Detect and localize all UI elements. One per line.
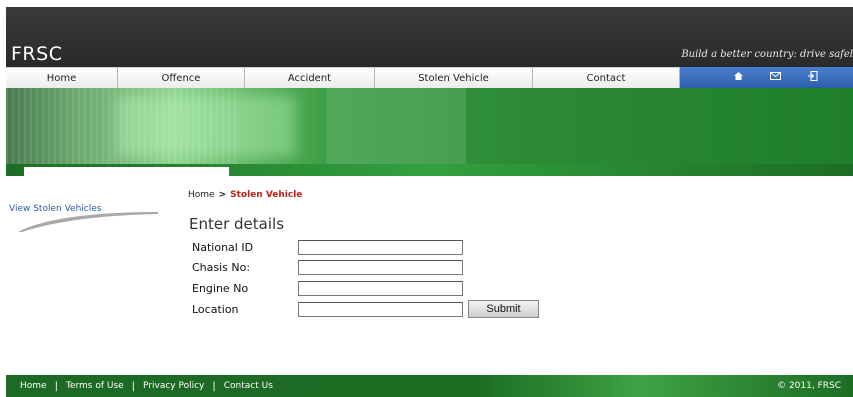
site-header: FRSC Build a better country: drive safel bbox=[6, 7, 853, 67]
national-id-field[interactable] bbox=[298, 240, 463, 255]
header-banner-image bbox=[6, 88, 853, 176]
nav-stolen-vehicle[interactable]: Stolen Vehicle bbox=[375, 67, 533, 88]
mail-icon[interactable] bbox=[770, 72, 781, 83]
home-icon[interactable] bbox=[733, 71, 744, 84]
logout-icon[interactable] bbox=[807, 71, 818, 84]
top-margin bbox=[0, 0, 853, 7]
breadcrumb-separator: > bbox=[218, 190, 227, 200]
chasis-no-label: Chasis No: bbox=[192, 261, 251, 274]
footer-separator: | bbox=[131, 380, 136, 392]
form-row-national-id: National ID bbox=[192, 240, 463, 255]
breadcrumb-current: Stolen Vehicle bbox=[230, 190, 303, 200]
engine-no-label: Engine No bbox=[192, 282, 249, 295]
national-id-label: National ID bbox=[192, 241, 254, 254]
chasis-no-field[interactable] bbox=[298, 260, 463, 275]
form-title: Enter details bbox=[189, 215, 285, 233]
nav-accident[interactable]: Accident bbox=[245, 67, 375, 88]
footer-link-privacy-policy[interactable]: Privacy Policy bbox=[143, 381, 204, 391]
nav-offence[interactable]: Offence bbox=[118, 67, 245, 88]
footer-separator: | bbox=[54, 380, 58, 392]
nav-contact[interactable]: Contact bbox=[533, 67, 680, 88]
footer-separator: | bbox=[212, 380, 216, 392]
sidebar-swoosh-decoration bbox=[18, 212, 158, 232]
footer-link-contact-us[interactable]: Contact Us bbox=[224, 381, 273, 391]
main-nav: Home Offence Accident Stolen Vehicle Con… bbox=[6, 67, 853, 88]
engine-no-field[interactable] bbox=[298, 281, 463, 296]
nav-home[interactable]: Home bbox=[6, 67, 118, 88]
nav-icon-bar bbox=[680, 67, 853, 88]
form-row-chasis-no: Chasis No: bbox=[192, 260, 463, 275]
location-field[interactable] bbox=[298, 302, 463, 317]
site-logo[interactable]: FRSC bbox=[11, 43, 62, 65]
footer-link-home[interactable]: Home bbox=[20, 381, 47, 391]
banner-tab bbox=[24, 167, 229, 178]
breadcrumb-home[interactable]: Home bbox=[188, 190, 215, 200]
site-footer: Home | Terms of Use | Privacy Policy | C… bbox=[6, 375, 853, 397]
location-label: Location bbox=[192, 303, 239, 316]
breadcrumb: Home > Stolen Vehicle bbox=[188, 190, 302, 200]
footer-link-terms-of-use[interactable]: Terms of Use bbox=[66, 381, 124, 391]
site-tagline: Build a better country: drive safel bbox=[681, 49, 853, 60]
footer-copyright: © 2011, FRSC bbox=[777, 381, 841, 391]
submit-button[interactable]: Submit bbox=[468, 300, 539, 318]
form-row-location: Location bbox=[192, 302, 463, 317]
form-row-engine-no: Engine No bbox=[192, 281, 463, 296]
